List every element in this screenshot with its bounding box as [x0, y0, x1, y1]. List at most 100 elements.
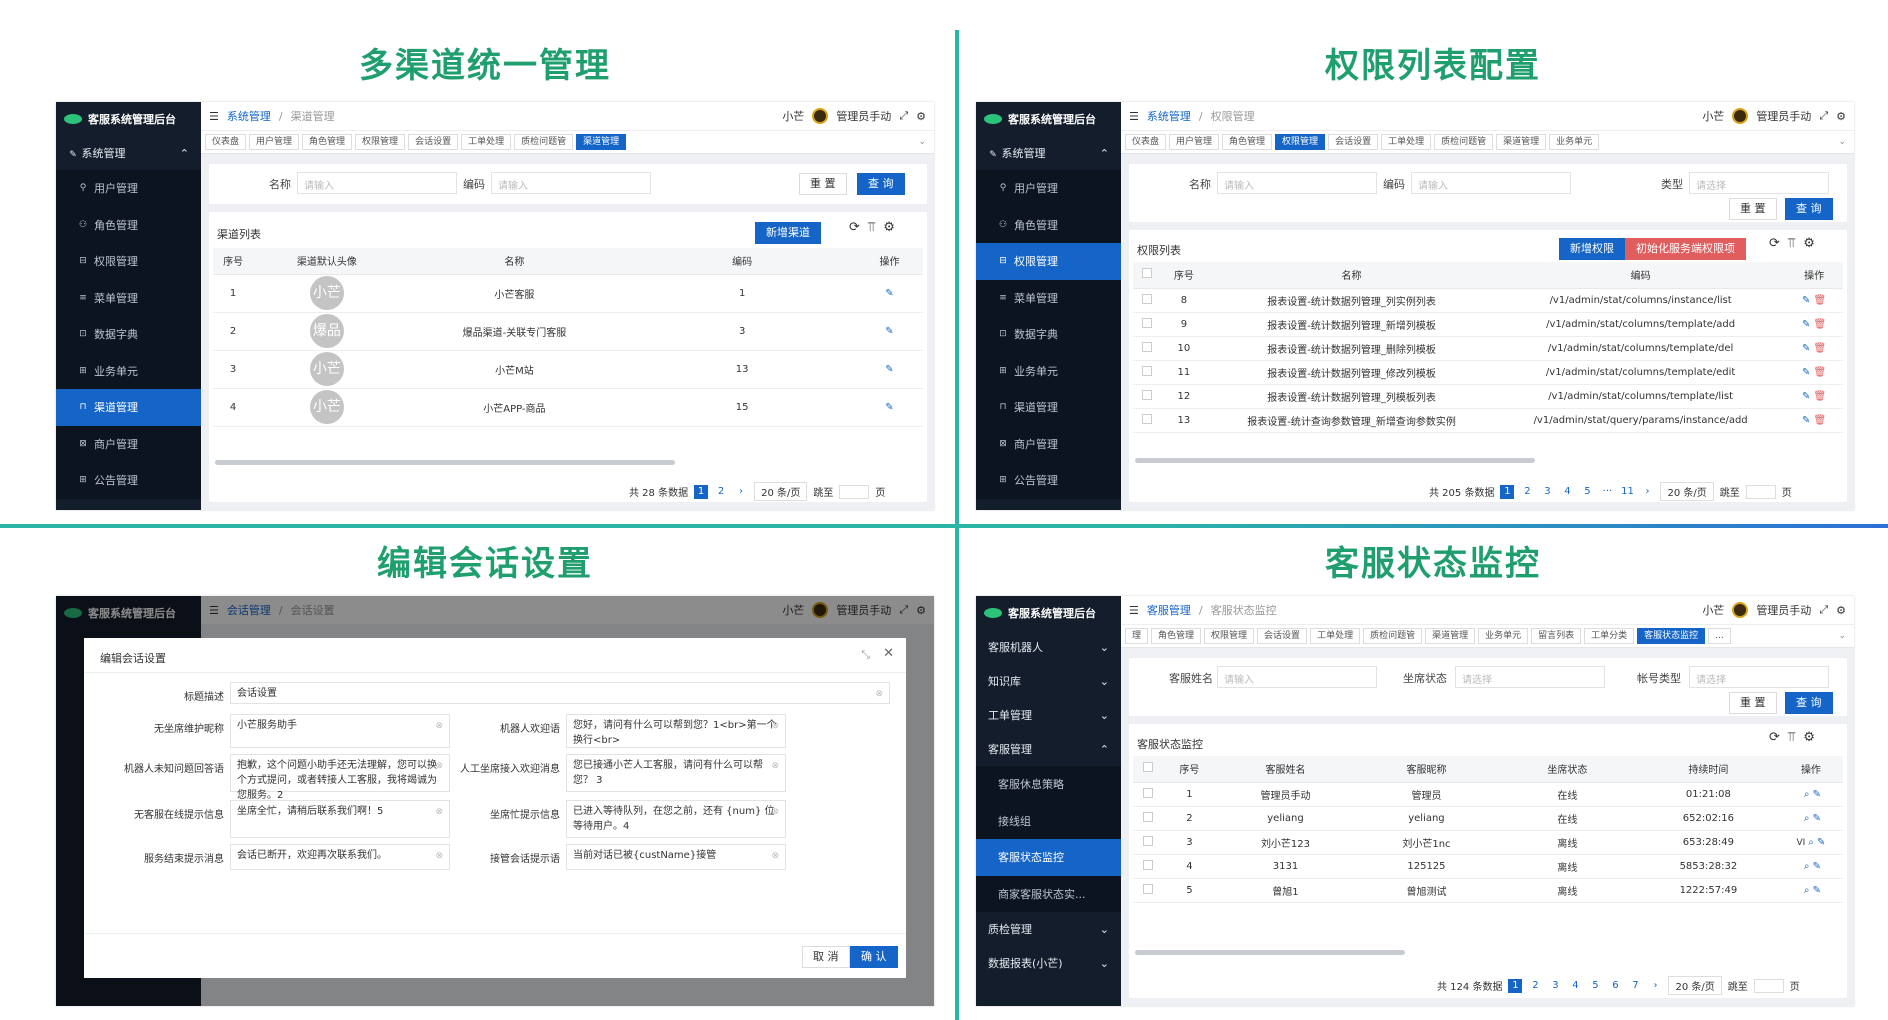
sidebar-item-9[interactable]: ⊞ 公告管理 [976, 462, 1121, 499]
gear-icon[interactable]: ⚙ [1836, 604, 1846, 617]
horizontal-scrollbar[interactable] [1135, 950, 1405, 955]
search-icon[interactable]: ⌕ [1804, 885, 1813, 896]
edit-icon[interactable]: ✎ [1802, 343, 1814, 354]
page-7[interactable]: 7 [1628, 979, 1642, 993]
tab-3[interactable]: 角色管理 [1222, 134, 1273, 150]
tab-3[interactable]: 角色管理 [302, 134, 353, 150]
sidebar-item-8[interactable]: ⊠ 商户管理 [976, 425, 1121, 462]
clear-icon[interactable]: ⊗ [771, 719, 779, 734]
sidebar-item-3[interactable]: ⊟ 权限管理 [56, 243, 201, 280]
row-checkbox[interactable] [1133, 288, 1161, 313]
edit-icon[interactable]: ✎ [1802, 295, 1814, 306]
clear-icon[interactable]: ⊗ [435, 805, 443, 820]
edit-icon[interactable]: ✎ [1813, 789, 1821, 800]
tab-7[interactable]: 渠道管理 [1425, 628, 1476, 644]
tab-2[interactable]: 角色管理 [1151, 628, 1202, 644]
fullscreen-icon[interactable]: ⤢ [1819, 603, 1828, 617]
title-desc-input[interactable]: 会话设置 ⊗ [230, 682, 890, 704]
row-checkbox[interactable] [1133, 782, 1164, 807]
menu-icon[interactable]: ☰ [209, 110, 219, 123]
tab-1[interactable]: 理 [1125, 628, 1149, 644]
tab-4[interactable]: 权限管理 [1275, 134, 1326, 150]
fullscreen-icon[interactable]: ⤢ [1819, 109, 1828, 123]
field-input-left[interactable]: 会话已断开，欢迎再次联系我们。 ⊗ [230, 844, 450, 870]
clear-icon[interactable]: ⊗ [771, 849, 779, 864]
jump-input[interactable] [1745, 484, 1776, 499]
edit-icon[interactable]: ✎ [1813, 885, 1821, 896]
tab-2[interactable]: 用户管理 [1169, 134, 1220, 150]
row-checkbox[interactable] [1133, 312, 1161, 337]
next-page-icon[interactable]: › [734, 485, 748, 499]
edit-icon[interactable]: ✎ [1802, 367, 1814, 378]
tab-8[interactable]: 业务单元 [1478, 628, 1529, 644]
filter-input-code[interactable]: 请输入 [1411, 172, 1571, 194]
edit-icon[interactable]: ✎ [1802, 391, 1814, 402]
tab-3[interactable]: 权限管理 [1204, 628, 1255, 644]
tab-1[interactable]: 仪表盘 [1125, 134, 1167, 150]
table-tools[interactable]: ⟳⫪⚙ [849, 220, 903, 235]
field-input-right[interactable]: 已进入等待队列，在您之前，还有 {num} 位等待用户。4 ⊗ [566, 800, 786, 838]
edit-icon[interactable]: ✎ [856, 350, 923, 389]
page-4[interactable]: 4 [1568, 979, 1582, 993]
fullscreen-icon[interactable]: ⤢ [899, 109, 908, 123]
sidebar-item-2[interactable]: 接线组 [976, 802, 1121, 839]
clear-icon[interactable]: ⊗ [435, 719, 443, 734]
field-input-left[interactable]: 坐席全忙，请稍后联系我们啊！5 ⊗ [230, 800, 450, 838]
search-icon[interactable]: ⌕ [1808, 837, 1817, 848]
tab-7[interactable]: 质检问题管 [514, 134, 574, 150]
filter-select-account-type[interactable]: 请选择 [1689, 666, 1829, 688]
avatar[interactable] [1732, 108, 1749, 124]
tab-7[interactable]: 质检问题管 [1434, 134, 1494, 150]
field-input-left[interactable]: 小芒服务助手 ⊗ [230, 714, 450, 748]
field-input-right[interactable]: 当前对话已被{custName}接管 ⊗ [566, 844, 786, 870]
filter-input-name[interactable]: 请输入 [297, 172, 457, 194]
admin-label[interactable]: 管理员手动 [1756, 108, 1811, 124]
page-size-select[interactable]: 20 条/页 [1668, 976, 1722, 995]
edit-icon[interactable]: ✎ [1813, 861, 1821, 872]
sidebar-group-1[interactable]: 客服机器人 ⌄ [976, 630, 1121, 664]
page-1[interactable]: 1 [694, 484, 709, 499]
sidebar-group-after-1[interactable]: 质检管理 ⌄ [976, 912, 1121, 946]
tab-11[interactable]: 客服状态监控 [1637, 628, 1706, 644]
sidebar-item-9[interactable]: ⊞ 公告管理 [56, 462, 201, 499]
field-input-right[interactable]: 您已接通小芒人工客服，请问有什么可以帮您？ 3 ⊗ [566, 754, 786, 792]
tab-6[interactable]: 工单处理 [461, 134, 512, 150]
select-all-checkbox[interactable] [1133, 262, 1161, 289]
sidebar-item-4[interactable]: 商家客服状态实... [976, 875, 1121, 912]
menu-icon[interactable]: ☰ [1129, 110, 1139, 123]
page-7[interactable]: 11 [1620, 485, 1634, 499]
add-channel-button[interactable]: 新增渠道 [755, 222, 821, 244]
filter-input-name[interactable]: 请输入 [1217, 172, 1377, 194]
jump-input[interactable] [839, 484, 870, 499]
page-5[interactable]: 5 [1588, 979, 1602, 993]
sidebar-group-system[interactable]: ✎ 系统管理 ⌃ [976, 136, 1121, 170]
page-2[interactable]: 2 [714, 485, 728, 499]
breadcrumb-parent[interactable]: 系统管理 [1147, 108, 1191, 124]
gear-icon[interactable]: ⚙ [1836, 110, 1846, 123]
tab-8[interactable]: 渠道管理 [576, 134, 627, 150]
chevron-down-icon[interactable]: ⌄ [1834, 631, 1850, 641]
page-2[interactable]: 2 [1520, 485, 1534, 499]
tab-6[interactable]: 工单处理 [1381, 134, 1432, 150]
row-checkbox[interactable] [1133, 830, 1164, 855]
page-6[interactable]: 6 [1608, 979, 1622, 993]
admin-label[interactable]: 管理员手动 [1756, 602, 1811, 618]
clear-icon[interactable]: ⊗ [771, 759, 779, 774]
tab-5[interactable]: 工单处理 [1310, 628, 1361, 644]
row-checkbox[interactable] [1133, 878, 1164, 903]
field-input-right[interactable]: 您好，请问有什么可以帮到您？1<br>第一个换行<br> ⊗ [566, 714, 786, 748]
reset-button[interactable]: 重 置 [1729, 692, 1777, 714]
delete-icon[interactable]: 🗑 [1814, 295, 1827, 306]
sidebar-item-1[interactable]: ⚲ 用户管理 [56, 170, 201, 207]
sidebar-item-6[interactable]: ⊞ 业务单元 [56, 352, 201, 389]
query-button[interactable]: 查 询 [1785, 692, 1833, 714]
chevron-down-icon[interactable]: ⌄ [1834, 137, 1850, 147]
edit-icon[interactable]: ✎ [1802, 319, 1814, 330]
edit-icon[interactable]: ✎ [1802, 415, 1814, 426]
query-button[interactable]: 查 询 [857, 173, 905, 195]
delete-icon[interactable]: 🗑 [1814, 367, 1827, 378]
sidebar-item-4[interactable]: ≡ 菜单管理 [976, 279, 1121, 316]
add-permission-button[interactable]: 新增权限 [1559, 238, 1625, 260]
row-checkbox[interactable] [1133, 854, 1164, 879]
tab-8[interactable]: 渠道管理 [1496, 134, 1547, 150]
